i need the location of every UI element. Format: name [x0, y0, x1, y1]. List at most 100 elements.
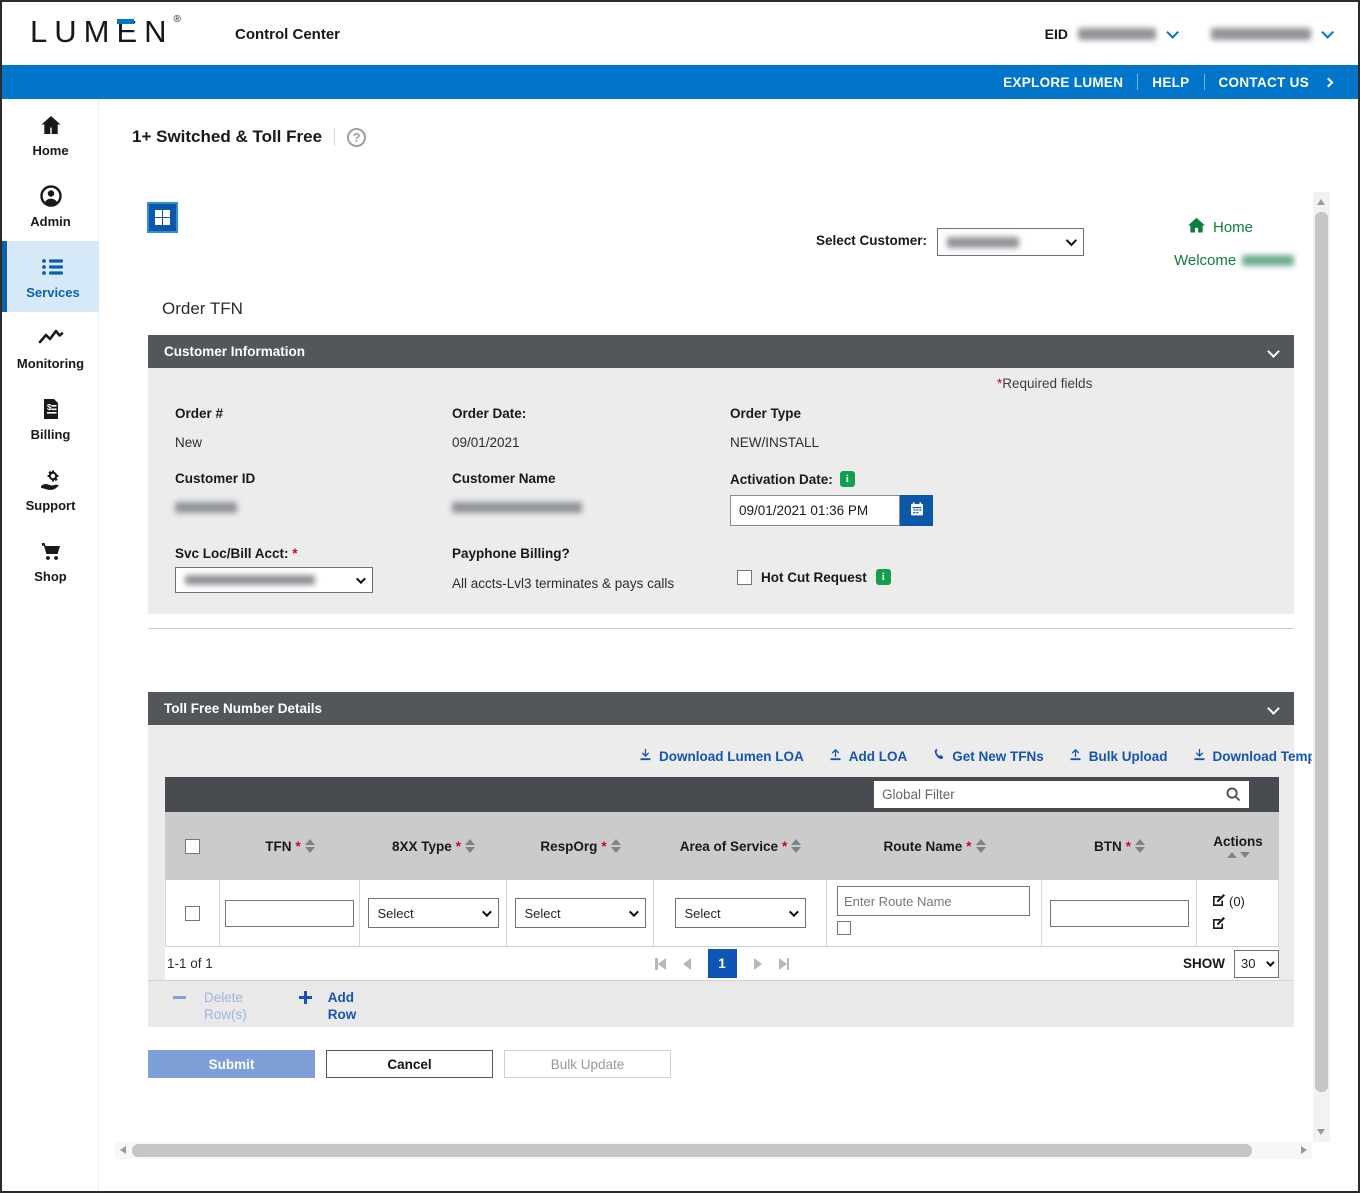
bulk-update-button[interactable]: Bulk Update: [504, 1050, 671, 1078]
cancel-button[interactable]: Cancel: [326, 1050, 493, 1078]
prev-page-icon[interactable]: [682, 957, 691, 970]
calendar-icon: [909, 501, 925, 520]
last-page-icon[interactable]: [778, 957, 789, 970]
calendar-button[interactable]: [900, 495, 933, 526]
next-page-icon[interactable]: [753, 957, 762, 970]
download-lumen-loa-link[interactable]: Download Lumen LOA: [638, 747, 804, 765]
add-row-button[interactable]: Add Row: [328, 989, 357, 1023]
vertical-scrollbar[interactable]: [1313, 192, 1330, 1142]
sort-icon[interactable]: [975, 839, 986, 853]
area-of-service-select[interactable]: Select: [674, 898, 806, 928]
horizontal-scroll-thumb[interactable]: [132, 1144, 1252, 1157]
customer-value-redacted: [947, 236, 1019, 248]
sidebar-item-shop[interactable]: Shop: [2, 525, 99, 596]
column-8xx-type[interactable]: 8XX Type *: [360, 812, 507, 880]
sidebar-item-support[interactable]: Support: [2, 454, 99, 525]
chevron-down-icon[interactable]: [1166, 25, 1179, 39]
scroll-right-icon[interactable]: [1301, 1146, 1307, 1154]
page-title: 1+ Switched & Toll Free: [132, 127, 323, 146]
edit-notes-action[interactable]: (0): [1211, 892, 1245, 911]
column-actions[interactable]: Actions: [1197, 812, 1279, 880]
column-route-name[interactable]: Route Name *: [827, 812, 1042, 880]
scroll-left-icon[interactable]: [120, 1146, 126, 1154]
select-customer-dropdown[interactable]: [937, 228, 1084, 256]
edit-row-action[interactable]: [1211, 915, 1227, 934]
sidebar-item-home[interactable]: Home: [2, 99, 99, 170]
submit-button[interactable]: Submit: [148, 1050, 315, 1078]
horizontal-scrollbar[interactable]: [115, 1142, 1312, 1159]
sort-icon[interactable]: [1135, 839, 1145, 853]
info-icon[interactable]: [839, 471, 855, 487]
search-icon[interactable]: [1225, 786, 1242, 808]
column-tfn[interactable]: TFN *: [220, 812, 360, 880]
chevron-down-icon: [788, 906, 799, 917]
row-checkbox[interactable]: [185, 905, 200, 921]
upload-icon: [1068, 747, 1083, 765]
pagination-range: 1-1 of 1: [167, 956, 213, 971]
activation-date-input[interactable]: [730, 495, 900, 526]
delete-rows-button[interactable]: Delete Row(s): [204, 989, 247, 1023]
customer-information-header[interactable]: Customer Information: [148, 335, 1294, 368]
vertical-scroll-thumb[interactable]: [1315, 212, 1328, 1092]
customer-id-redacted: [175, 502, 237, 513]
route-name-input[interactable]: [837, 886, 1030, 916]
btn-input[interactable]: [1049, 899, 1189, 927]
download-template-link[interactable]: Download Template: [1192, 747, 1312, 765]
show-label: SHOW: [1183, 956, 1225, 971]
sidebar-item-billing[interactable]: $ Billing: [2, 383, 99, 454]
svc-loc-dropdown[interactable]: [175, 567, 373, 593]
8xx-type-select[interactable]: Select: [367, 898, 499, 928]
sort-icon[interactable]: [610, 839, 621, 853]
select-all-checkbox[interactable]: [185, 838, 200, 854]
app-grid-button[interactable]: [147, 202, 178, 233]
add-loa-link[interactable]: Add LOA: [828, 747, 907, 765]
svg-text:$: $: [47, 403, 52, 412]
nav-explore-lumen[interactable]: EXPLORE LUMEN: [1003, 75, 1123, 90]
order-type-label: Order Type: [730, 406, 802, 421]
bulk-upload-link[interactable]: Bulk Upload: [1068, 747, 1168, 765]
resporg-select[interactable]: Select: [514, 898, 646, 928]
nav-help[interactable]: HELP: [1152, 75, 1189, 90]
sort-icon[interactable]: [465, 839, 476, 853]
top-nav-bar: EXPLORE LUMEN HELP CONTACT US: [2, 65, 1358, 99]
download-icon: [1192, 747, 1207, 765]
tfn-details-header[interactable]: Toll Free Number Details: [148, 692, 1294, 725]
hot-cut-checkbox[interactable]: [737, 569, 752, 585]
sidebar-item-admin[interactable]: Admin: [2, 170, 99, 241]
sidebar-item-services[interactable]: Services: [2, 241, 99, 312]
sort-icon[interactable]: [791, 839, 802, 853]
route-checkbox[interactable]: [837, 921, 851, 935]
page-number-button[interactable]: 1: [707, 949, 737, 978]
nav-divider: [1137, 74, 1139, 90]
first-page-icon[interactable]: [655, 957, 666, 970]
home-breadcrumb-link[interactable]: Home: [1187, 217, 1253, 238]
chevron-right-icon: [1323, 77, 1334, 87]
collapse-chevron-icon[interactable]: [1267, 702, 1280, 715]
column-resporg[interactable]: RespOrg *: [507, 812, 654, 880]
table-row: Select Select Select Enter Route Name (0…: [165, 880, 1279, 947]
column-area-of-service[interactable]: Area of Service *: [654, 812, 827, 880]
column-btn[interactable]: BTN *: [1042, 812, 1197, 880]
select-customer-label: Select Customer:: [815, 233, 927, 248]
collapse-chevron-icon[interactable]: [1267, 345, 1280, 358]
chevron-down-icon: [628, 906, 639, 917]
global-filter-input[interactable]: [874, 781, 1249, 808]
customer-name-redacted: [452, 502, 582, 513]
sort-icon[interactable]: [1226, 852, 1250, 858]
table-header-row: TFN * 8XX Type * RespOrg * Area of Service *…: [165, 812, 1279, 880]
page-size-select[interactable]: 30: [1234, 949, 1279, 978]
download-icon: [638, 747, 653, 765]
info-icon[interactable]: [875, 569, 891, 585]
welcome-name-redacted: [1242, 255, 1295, 266]
nav-contact-us[interactable]: CONTACT US: [1219, 75, 1310, 90]
scroll-down-icon[interactable]: [1317, 1129, 1325, 1135]
sort-icon[interactable]: [304, 839, 315, 853]
sidebar-item-monitoring[interactable]: Monitoring: [2, 312, 99, 383]
get-new-tfns-link[interactable]: Get New TFNs: [931, 747, 1044, 765]
chevron-down-icon[interactable]: [1321, 25, 1334, 39]
order-date-label: Order Date:: [452, 406, 527, 421]
help-icon[interactable]: [347, 127, 367, 147]
tfn-input[interactable]: [225, 899, 354, 927]
upload-icon: [828, 747, 843, 765]
scroll-up-icon[interactable]: [1317, 199, 1325, 205]
